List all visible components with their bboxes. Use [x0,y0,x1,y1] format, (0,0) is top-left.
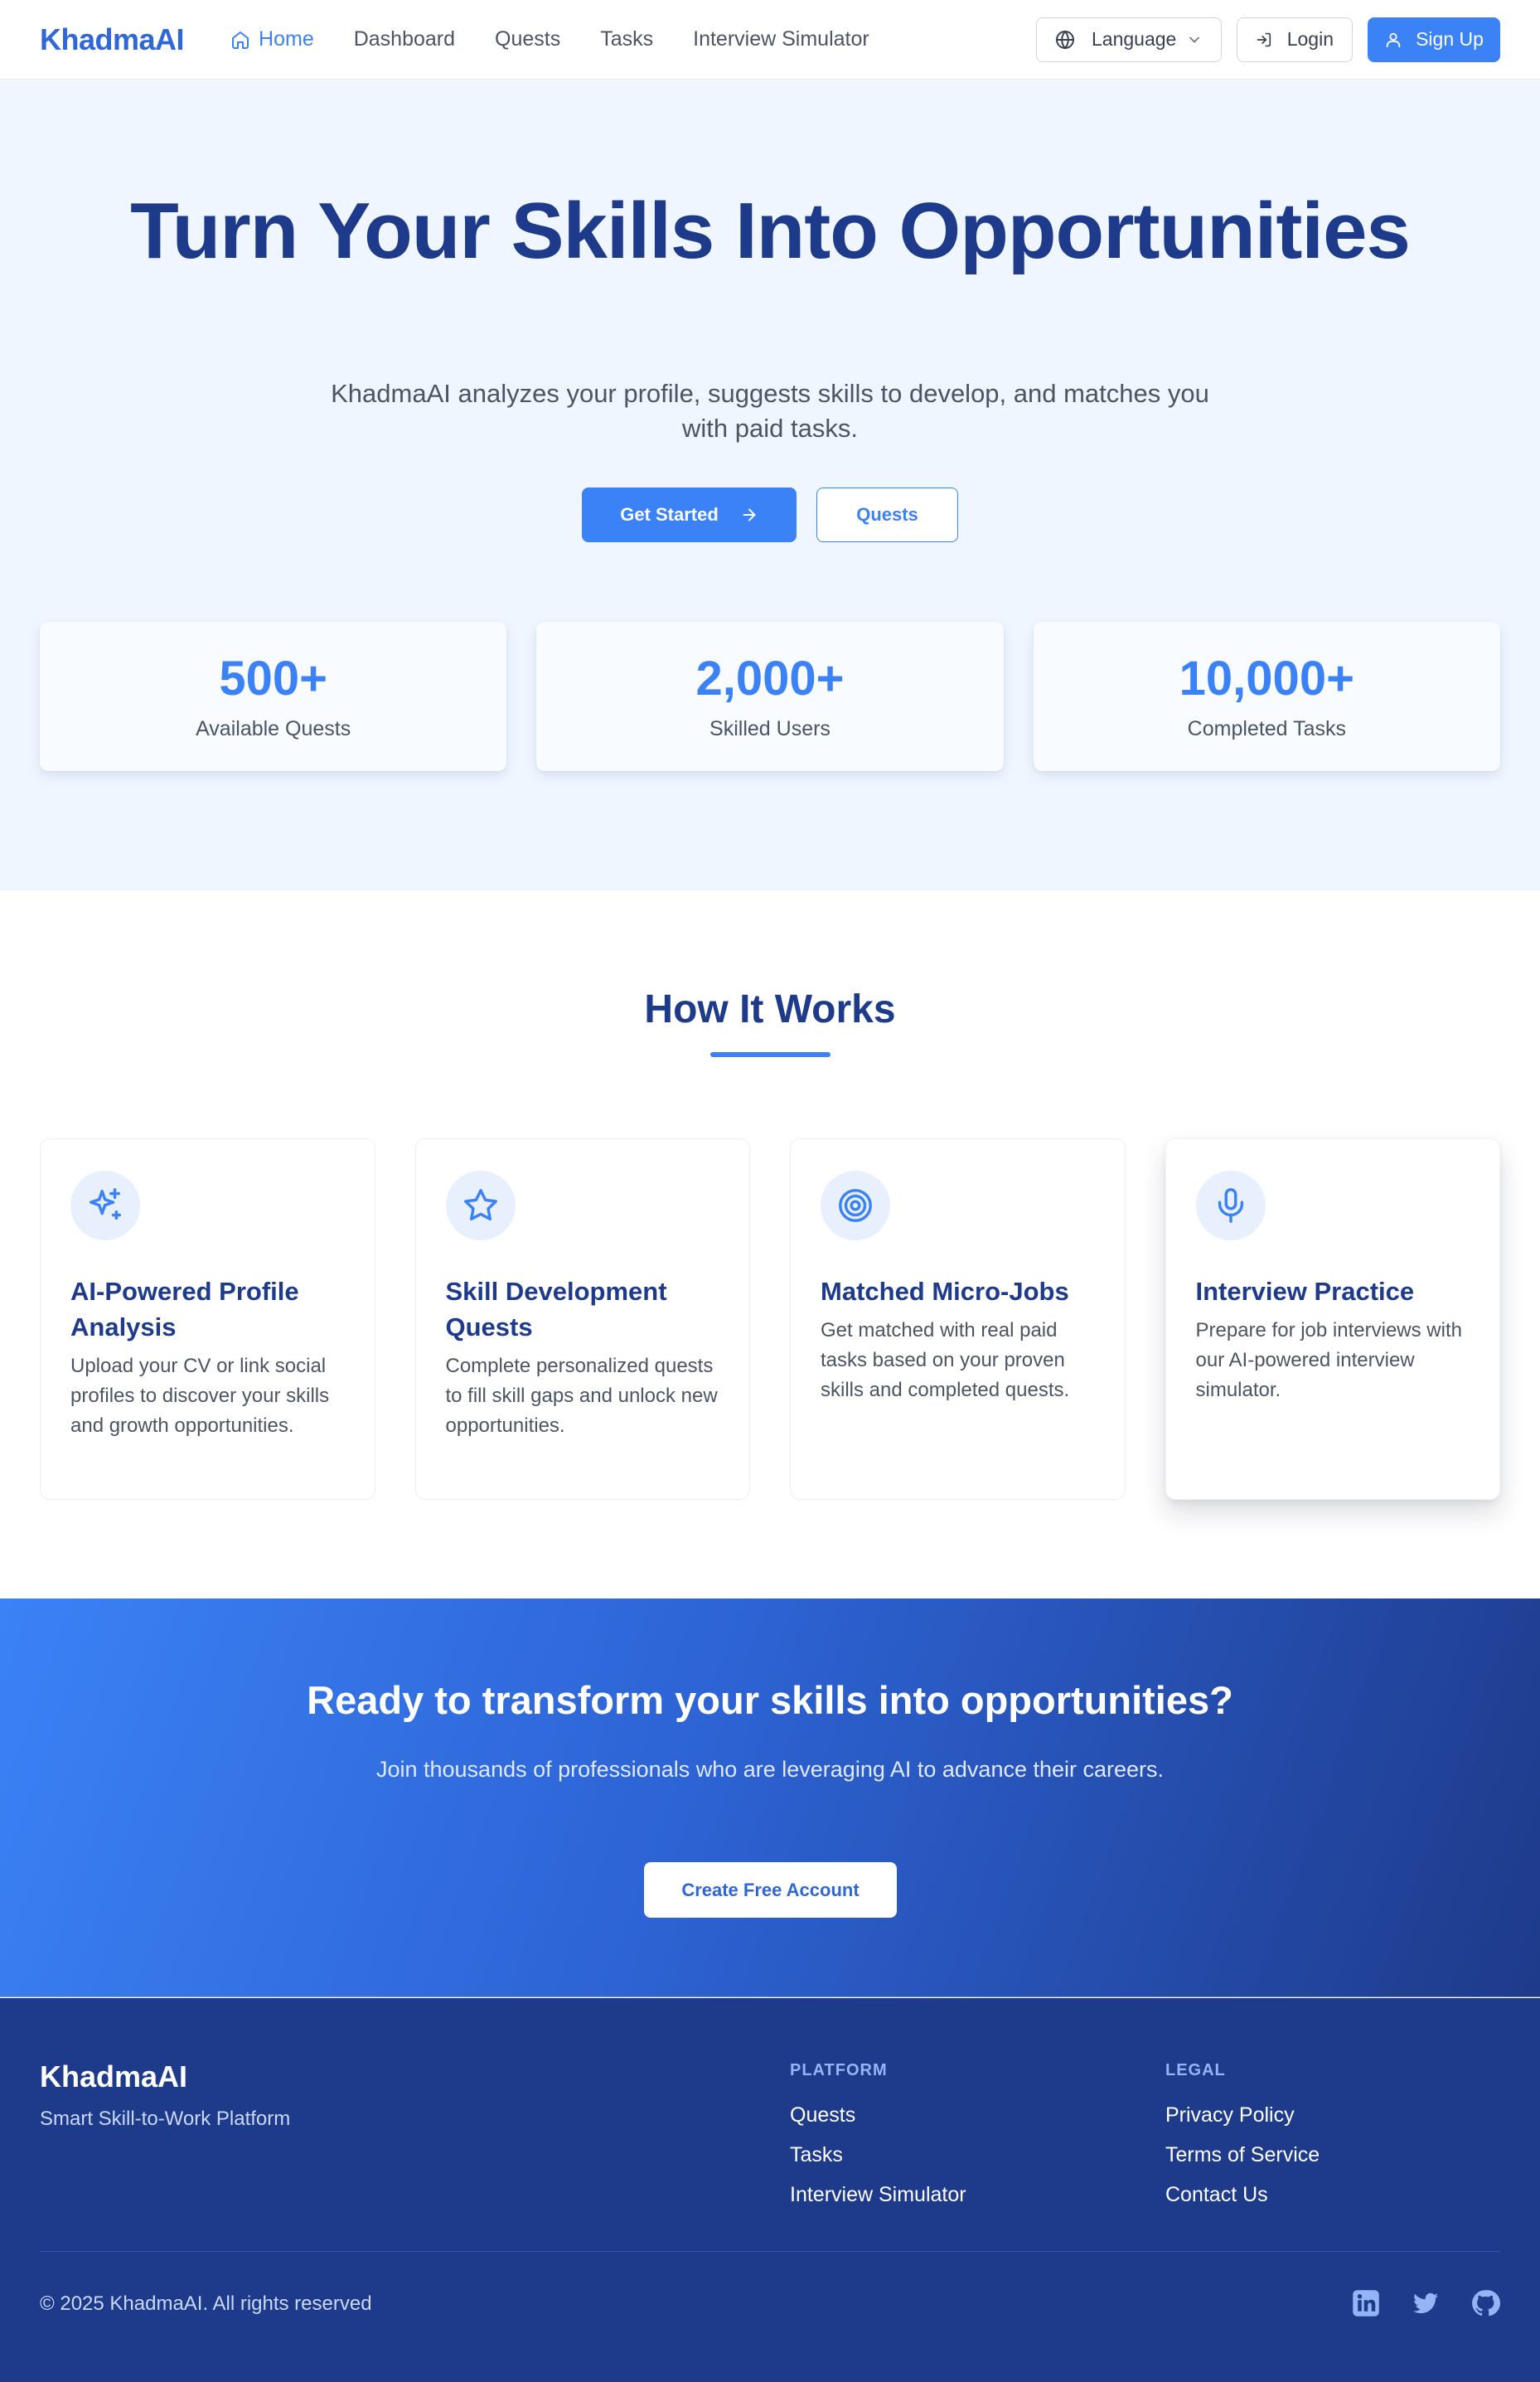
create-account-button[interactable]: Create Free Account [644,1862,897,1918]
stat-label: Available Quests [196,716,351,740]
footer-link-tasks[interactable]: Tasks [790,2143,966,2166]
cta-section: Ready to transform your skills into oppo… [0,1599,1540,1997]
card-text: Prepare for job interviews with our AI-p… [1195,1319,1462,1401]
footer-link-privacy-policy[interactable]: Privacy Policy [1165,2103,1320,2127]
hero-section: Turn Your Skills Into Opportunities Khad… [0,80,1540,890]
how-it-works-title: How It Works [644,987,896,1031]
footer-divider [40,2251,1500,2252]
footer: KhadmaAI Smart Skill-to-Work Platform PL… [0,1998,1540,2382]
feature-card-interview-practice[interactable]: Interview Practice Prepare for job inter… [1165,1138,1500,1500]
footer-tagline: Smart Skill-to-Work Platform [40,2108,291,2130]
footer-copyright: © 2025 KhadmaAI. All rights reserved [40,2292,372,2315]
linkedin-icon[interactable] [1351,2288,1381,2318]
home-icon [232,31,249,49]
stat-value: 10,000+ [1179,651,1354,706]
footer-brand: KhadmaAI [40,2059,188,2093]
top-navbar: KhadmaAI Home Dashboard Quests Tasks Int… [0,0,1540,80]
footer-link-quests[interactable]: Quests [790,2103,966,2127]
user-icon [1386,32,1401,47]
card-title: Skill Development Quests [445,1277,667,1341]
microphone-icon [1195,1171,1266,1240]
stat-value: 2,000+ [695,651,845,706]
hero-actions: Get Started Quests [0,488,1540,542]
signup-label: Sign Up [1416,28,1484,50]
stat-card: 2,000+ Skilled Users [536,622,1004,771]
language-label: Language [1092,28,1177,50]
footer-legal-column: LEGAL Privacy Policy Terms of Service Co… [1165,2061,1320,2206]
footer-platform-column: PLATFORM Quests Tasks Interview Simulato… [790,2061,966,2206]
cta-title: Ready to transform your skills into oppo… [307,1678,1233,1722]
card-text: Complete personalized quests to fill ski… [445,1355,718,1437]
quests-button[interactable]: Quests [816,488,958,542]
sparkles-icon [70,1171,140,1240]
footer-column-heading: PLATFORM [790,2061,888,2079]
nav-link-interview-simulator[interactable]: Interview Simulator [693,27,869,51]
get-started-button[interactable]: Get Started [582,488,797,542]
star-icon [445,1171,516,1240]
card-title: Interview Practice [1195,1277,1415,1306]
title-underline [710,1052,831,1057]
login-label: Login [1286,28,1334,50]
card-text: Upload your CV or link social profiles t… [70,1355,330,1437]
cta-text: Join thousands of professionals who are … [375,1757,1165,1782]
login-button[interactable]: Login [1237,17,1353,62]
footer-link-interview-simulator[interactable]: Interview Simulator [790,2183,966,2206]
stat-card: 500+ Available Quests [40,622,507,771]
globe-icon [1056,29,1074,50]
hero-title: Turn Your Skills Into Opportunities [130,187,1411,275]
social-links [1351,2288,1500,2318]
card-title: Matched Micro-Jobs [821,1277,1069,1306]
footer-link-terms-of-service[interactable]: Terms of Service [1165,2143,1320,2166]
signup-button[interactable]: Sign Up [1368,17,1500,62]
login-icon [1257,32,1271,46]
chevron-down-icon [1189,36,1199,42]
stat-label: Skilled Users [709,716,831,740]
footer-link-contact-us[interactable]: Contact Us [1165,2183,1320,2206]
nav-link-quests[interactable]: Quests [495,27,560,51]
brand-logo[interactable]: KhadmaAI [40,22,185,57]
github-icon[interactable] [1470,2288,1500,2318]
stat-value: 500+ [219,651,327,706]
feature-cards: AI-Powered Profile Analysis Upload your … [40,1138,1500,1500]
feature-card-profile-analysis[interactable]: AI-Powered Profile Analysis Upload your … [40,1138,375,1500]
get-started-label: Get Started [620,504,719,525]
feature-card-skill-quests[interactable]: Skill Development Quests Complete person… [414,1138,750,1500]
nav-link-home[interactable]: Home [230,27,314,51]
twitter-icon[interactable] [1411,2288,1441,2318]
nav-link-tasks[interactable]: Tasks [600,27,653,51]
arrow-right-icon [743,508,756,522]
nav-actions: Language Login Sign Up [1036,17,1500,62]
feature-card-micro-jobs[interactable]: Matched Micro-Jobs Get matched with real… [790,1138,1126,1500]
target-icon [821,1171,890,1240]
nav-link-label: Home [259,27,314,51]
stat-card: 10,000+ Completed Tasks [1033,622,1500,771]
main-nav: Home Dashboard Quests Tasks Interview Si… [230,27,909,51]
card-title: AI-Powered Profile Analysis [70,1277,299,1341]
language-selector[interactable]: Language [1036,17,1222,62]
footer-column-heading: LEGAL [1165,2061,1226,2079]
hero-subtitle: KhadmaAI analyzes your profile, suggests… [331,379,1209,443]
nav-link-dashboard[interactable]: Dashboard [354,27,455,51]
card-text: Get matched with real paid tasks based o… [821,1319,1070,1401]
stats-row: 500+ Available Quests 2,000+ Skilled Use… [40,622,1500,771]
stat-label: Completed Tasks [1187,716,1346,740]
